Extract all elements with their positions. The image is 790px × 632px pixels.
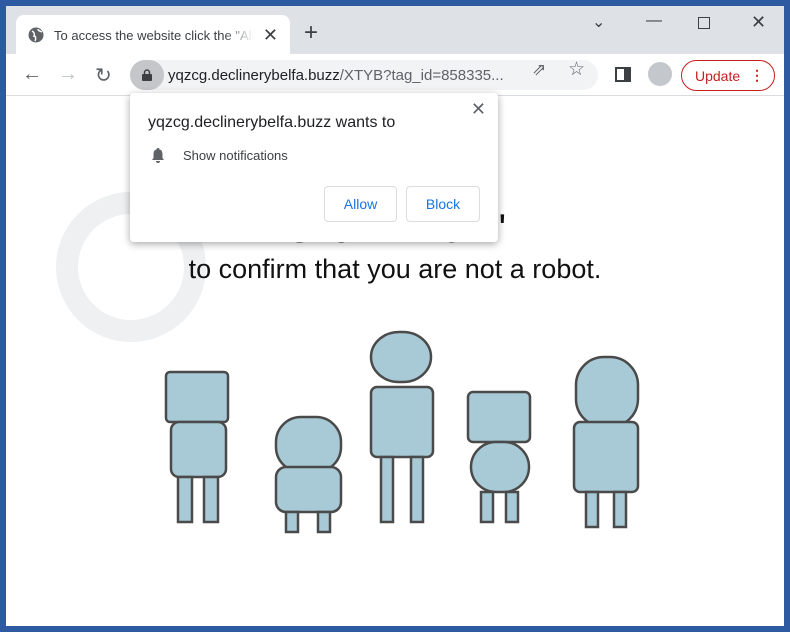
tab-title: To access the website click the "Allow" (54, 27, 254, 43)
notification-permission-popup: yqzcg.declinerybelfa.buzz wants to ✕ Sho… (130, 93, 498, 242)
lock-icon[interactable] (130, 60, 164, 90)
profile-avatar-icon[interactable] (648, 62, 672, 86)
back-icon[interactable]: ← (22, 63, 42, 86)
robots-illustration (164, 330, 640, 534)
toolbar: ← → ↻ yqzcg.declinerybelfa.buzz/XTYB?tag… (6, 54, 784, 96)
block-button[interactable]: Block (406, 186, 480, 222)
bell-icon (152, 148, 164, 163)
globe-icon (28, 27, 44, 43)
forward-icon[interactable]: → (58, 63, 78, 86)
browser-window: To access the website click the "Allow" … (6, 6, 784, 626)
permission-row: Show notifications (150, 147, 288, 163)
url-text[interactable]: yqzcg.declinerybelfa.buzz/XTYB?tag_id=85… (168, 67, 504, 84)
tab-search-icon[interactable]: ⌄ (592, 12, 605, 32)
close-tab-icon[interactable]: ✕ (263, 25, 278, 46)
side-panel-icon[interactable] (615, 67, 631, 82)
update-label: Update (695, 67, 741, 84)
permission-text: Show notifications (183, 147, 288, 163)
url-path: /XTYB?tag_id=858335... (339, 66, 504, 84)
active-tab[interactable]: To access the website click the "Allow" … (16, 15, 290, 55)
minimize-button[interactable]: — (646, 12, 662, 30)
address-bar[interactable]: yqzcg.declinerybelfa.buzz/XTYB?tag_id=85… (130, 60, 598, 90)
update-button[interactable]: Update ⋮ (681, 60, 775, 91)
maximize-button[interactable] (698, 17, 710, 29)
bookmark-star-icon[interactable]: ☆ (568, 58, 585, 81)
share-icon[interactable]: ⇗ (532, 60, 546, 80)
allow-button[interactable]: Allow (324, 186, 397, 222)
popup-title: yqzcg.declinerybelfa.buzz wants to (148, 114, 396, 131)
menu-dots-icon[interactable]: ⋮ (750, 67, 764, 84)
popup-close-icon[interactable]: ✕ (471, 99, 486, 120)
tab-strip: To access the website click the "Allow" … (6, 6, 784, 55)
reload-icon[interactable]: ↻ (95, 63, 112, 88)
new-tab-button[interactable]: + (304, 19, 318, 47)
url-domain: yqzcg.declinerybelfa.buzz (168, 66, 340, 84)
page-subheading: to confirm that you are not a robot. (188, 254, 602, 284)
close-window-button[interactable]: ✕ (751, 12, 766, 33)
